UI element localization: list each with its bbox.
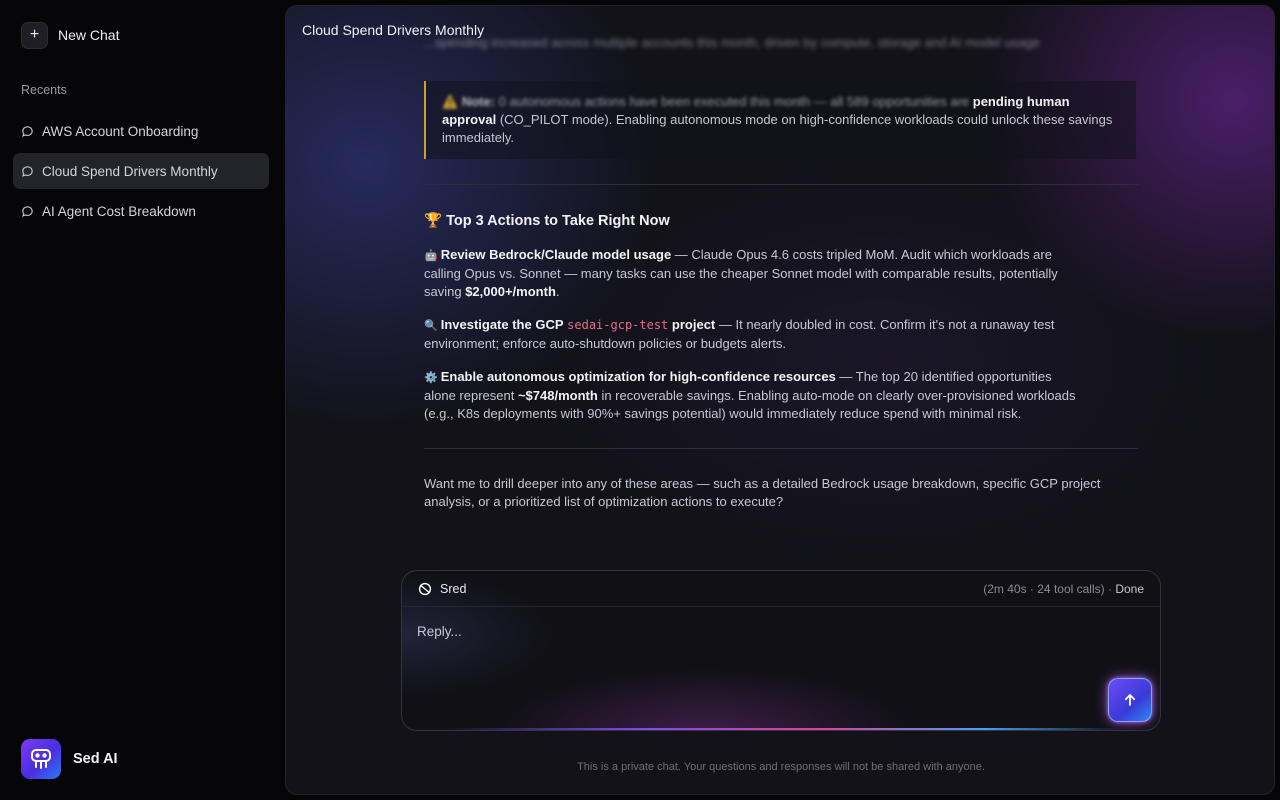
action-item-3: ⚙️ Enable autonomous optimization for hig… (424, 368, 1084, 423)
trophy-icon: 🏆 (424, 213, 443, 229)
note-text-2: (CO_PILOT mode). Enabling autonomous mod… (442, 112, 1113, 145)
action-title-post: project (671, 317, 716, 332)
recent-chat-label: AWS Account Onboarding (42, 123, 199, 139)
note-label: Note: (461, 94, 496, 109)
new-chat-label: New Chat (58, 27, 120, 43)
sidebar: + New Chat Recents AWS Account Onboardin… (0, 0, 284, 800)
brand: Sed AI (21, 739, 118, 779)
action-emphasis: $2,000+/month (465, 284, 556, 299)
recent-chat-aws-account-onboarding[interactable]: AWS Account Onboarding (13, 113, 269, 149)
divider (424, 184, 1138, 185)
agent-status-done: Done (1115, 581, 1144, 596)
chat-panel: Cloud Spend Drivers Monthly ...spending … (285, 5, 1275, 795)
recent-chat-ai-agent-cost-breakdown[interactable]: AI Agent Cost Breakdown (13, 193, 269, 229)
agent-status: (2m 40s · 24 tool calls) · Done (983, 582, 1144, 596)
action-title: Review Bedrock/Claude model usage (440, 247, 672, 262)
composer-header: Sred (2m 40s · 24 tool calls) · Done (402, 571, 1160, 607)
warning-icon: ⚠️ (442, 94, 459, 109)
robot-icon: 🤖 (424, 250, 438, 262)
action-item-2: 🔍 Investigate the GCP sedai-gcp-test proj… (424, 316, 1084, 353)
action-tail: . (555, 284, 560, 299)
recent-chats-list: AWS Account Onboarding Cloud Spend Drive… (13, 113, 269, 233)
new-chat-button[interactable]: + New Chat (21, 21, 119, 49)
privacy-note: This is a private chat. Your questions a… (577, 761, 985, 773)
chat-bubble-icon (21, 125, 33, 137)
recent-chat-cloud-spend-drivers-monthly[interactable]: Cloud Spend Drivers Monthly (13, 153, 269, 189)
actions-heading: 🏆 Top 3 Actions to Take Right Now (424, 212, 670, 230)
sed-ai-logo-icon (21, 739, 61, 779)
brand-name: Sed AI (73, 751, 118, 767)
blurred-message-text: ...spending increased across multiple ac… (424, 35, 1040, 50)
chat-bubble-icon (21, 165, 33, 177)
chat-bubble-icon (21, 205, 33, 217)
plus-icon: + (21, 21, 48, 49)
note-callout: ⚠️ Note: 0 autonomous actions have been … (424, 81, 1136, 159)
magnifier-icon: 🔍 (424, 320, 438, 332)
reply-input[interactable] (417, 619, 1097, 643)
actions-heading-text: Top 3 Actions to Take Right Now (446, 212, 670, 229)
action-title: Enable autonomous optimization for high-… (440, 369, 836, 384)
agent-status-text: (2m 40s · 24 tool calls) · (983, 581, 1112, 596)
closing-question: Want me to drill deeper into any of thes… (424, 476, 1101, 509)
action-item-1: 🤖 Review Bedrock/Claude model usage — Cla… (424, 246, 1084, 301)
send-button[interactable] (1108, 678, 1152, 722)
action-title-pre: Investigate the GCP (440, 317, 564, 332)
note-text: 0 autonomous actions have been executed … (498, 94, 970, 109)
note-blurred-part: ⚠️ Note: 0 autonomous actions have been … (442, 94, 969, 109)
agent-name: Sred (440, 581, 467, 596)
inline-code: sedai-gcp-test (567, 318, 669, 332)
sred-agent-icon (418, 582, 432, 595)
arrow-up-icon (1124, 694, 1136, 706)
action-emphasis: ~$748/month (517, 388, 598, 403)
recents-heading: Recents (21, 83, 67, 97)
recent-chat-label: AI Agent Cost Breakdown (42, 203, 196, 219)
recent-chat-label: Cloud Spend Drivers Monthly (42, 163, 218, 179)
gear-icon: ⚙️ (424, 372, 438, 384)
divider (424, 448, 1138, 449)
reply-composer: Sred (2m 40s · 24 tool calls) · Done (401, 570, 1161, 731)
